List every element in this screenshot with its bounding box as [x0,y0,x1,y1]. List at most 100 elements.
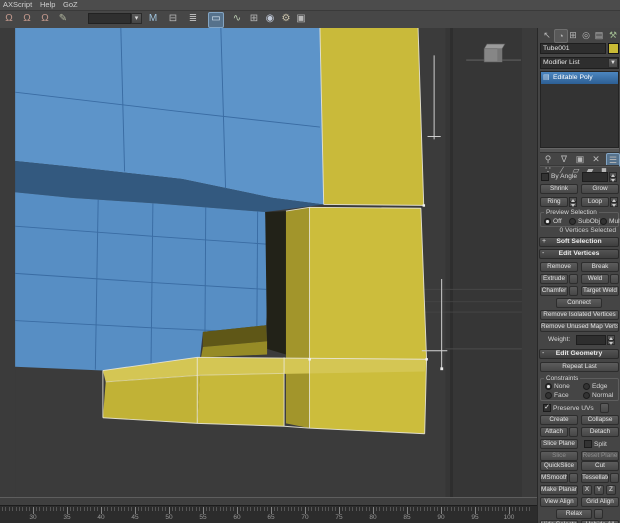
remove-isolated-vertices-button[interactable]: Remove Isolated Vertices [540,310,619,320]
make-planar-button[interactable]: Make Planar [540,485,578,495]
graphite-modeling-icon[interactable]: ▭ [208,12,224,28]
planar-x-button[interactable]: X [582,485,592,495]
grow-button[interactable]: Grow [581,184,619,194]
split-checkbox[interactable] [584,440,592,448]
snap-toggle-2d-icon[interactable]: Ω [2,12,16,26]
object-color-swatch[interactable] [608,43,619,54]
render-frame-icon[interactable]: ▣ [294,12,308,26]
attach-settings-button[interactable] [569,427,578,437]
reset-plane-button[interactable]: Reset Plane [581,451,619,461]
ruler-tick [90,507,92,511]
perspective-viewport[interactable] [0,27,537,497]
ruler-major-tick [169,507,170,514]
track-bar[interactable]: 30 35 40 45 50 55 60 65 70 75 80 85 90 95 100 [0,505,537,523]
tessellate-button[interactable]: Tessellate [581,473,609,483]
tab-display[interactable]: ▤ [593,29,605,41]
remove-button[interactable]: Remove [540,262,578,272]
msmooth-settings-button[interactable] [569,473,578,483]
constraint-face-radio[interactable] [545,392,552,399]
snap-toggle-3d-icon[interactable]: Ω [38,12,52,26]
relax-settings-button[interactable] [594,509,603,519]
by-angle-checkbox[interactable] [541,173,549,181]
by-angle-value-field[interactable] [582,172,608,182]
rollout-edit-geometry[interactable]: - Edit Geometry [539,349,619,359]
named-selection-sets-dropdown[interactable] [88,13,131,24]
menu-goz[interactable]: GoZ [63,0,78,10]
snap-toggle-25d-icon[interactable]: Ω [20,12,34,26]
material-editor-icon[interactable]: ◉ [263,12,277,26]
extrude-settings-button[interactable] [569,274,578,284]
preview-multi-radio[interactable] [600,218,607,225]
modifier-list-arrow-icon[interactable]: ▼ [608,58,618,68]
menu-maxscript[interactable]: AXScript [3,0,32,10]
constraint-normal-radio[interactable] [583,392,590,399]
ring-spinner[interactable] [569,197,577,207]
distant-scene-box[interactable] [483,43,506,63]
rollout-edit-vertices[interactable]: - Edit Vertices [539,249,619,259]
connect-button[interactable]: Connect [556,298,602,308]
layer-manager-icon[interactable]: ≣ [186,12,200,26]
curve-editor-icon[interactable]: ∿ [230,12,244,26]
planar-z-button[interactable]: Z [606,485,616,495]
by-angle-spinner[interactable] [609,172,617,182]
align-icon[interactable]: ⊟ [166,12,180,26]
weight-spinner[interactable] [607,335,615,345]
mirror-icon[interactable]: M [146,12,160,26]
weld-settings-button[interactable] [610,274,619,284]
collapse-button[interactable]: Collapse [581,415,619,425]
planar-y-button[interactable]: Y [594,485,604,495]
menu-help[interactable]: Help [40,0,55,10]
preserve-uvs-settings-button[interactable] [600,403,609,413]
loop-spinner[interactable] [610,197,618,207]
constraint-none-radio[interactable] [545,383,552,390]
dropdown-arrow-icon[interactable]: ▾ [131,13,142,24]
remove-unused-map-verts-button[interactable]: Remove Unused Map Verts [540,322,619,332]
ruler-tick [352,507,354,511]
slice-plane-button[interactable]: Slice Plane [540,439,578,449]
cut-button[interactable]: Cut [581,461,619,471]
constraint-edge-label: Edge [592,383,608,390]
quickslice-button[interactable]: QuickSlice [540,461,578,471]
relax-button[interactable]: Relax [556,509,592,519]
grid-align-button[interactable]: Grid Align [581,497,619,507]
angle-snap-icon[interactable]: ✎ [56,12,70,26]
ruler-tick [369,507,371,511]
detach-button[interactable]: Detach [581,427,619,437]
tab-hierarchy[interactable]: ⊞ [567,29,579,41]
stack-item-editable-poly[interactable]: ▤ Editable Poly [541,72,618,84]
msmooth-button[interactable]: MSmooth [540,473,568,483]
ruler-tick [29,507,31,511]
preserve-uvs-checkbox[interactable]: ✓ [543,404,551,412]
ruler-tick [22,507,24,511]
break-button[interactable]: Break [581,262,619,272]
tessellate-settings-button[interactable] [610,473,619,483]
view-align-button[interactable]: View Align [540,497,578,507]
tab-motion[interactable]: ◎ [580,29,592,41]
modifier-stack[interactable]: ▤ Editable Poly [540,71,619,148]
object-name-field[interactable]: Tube001 [540,43,606,54]
tab-modify[interactable]: ◔ [554,29,568,43]
time-slider[interactable] [0,497,537,505]
extrude-button[interactable]: Extrude [540,274,568,284]
target-weld-button[interactable]: Target Weld [581,286,619,296]
schematic-view-icon[interactable]: ⊞ [247,12,261,26]
slice-button[interactable]: Slice [540,451,578,461]
loop-button[interactable]: Loop [581,197,609,207]
rollout-soft-selection[interactable]: + Soft Selection [539,237,619,247]
shrink-button[interactable]: Shrink [540,184,578,194]
preview-off-radio[interactable] [544,218,551,225]
ruler-major-tick [237,507,238,514]
attach-button[interactable]: Attach [540,427,568,437]
tab-create[interactable]: ↖ [541,29,553,41]
constraint-edge-radio[interactable] [583,383,590,390]
chamfer-button[interactable]: Chamfer [540,286,568,296]
ring-button[interactable]: Ring [540,197,568,207]
repeat-last-button[interactable]: Repeat Last [540,362,619,372]
chamfer-settings-button[interactable] [569,286,578,296]
weight-value-field[interactable] [576,335,606,345]
weld-button[interactable]: Weld [581,274,609,284]
preview-subobj-radio[interactable] [569,218,576,225]
render-setup-icon[interactable]: ⚙ [279,12,293,26]
tab-utilities[interactable]: ⚒ [607,29,619,41]
create-button[interactable]: Create [540,415,578,425]
